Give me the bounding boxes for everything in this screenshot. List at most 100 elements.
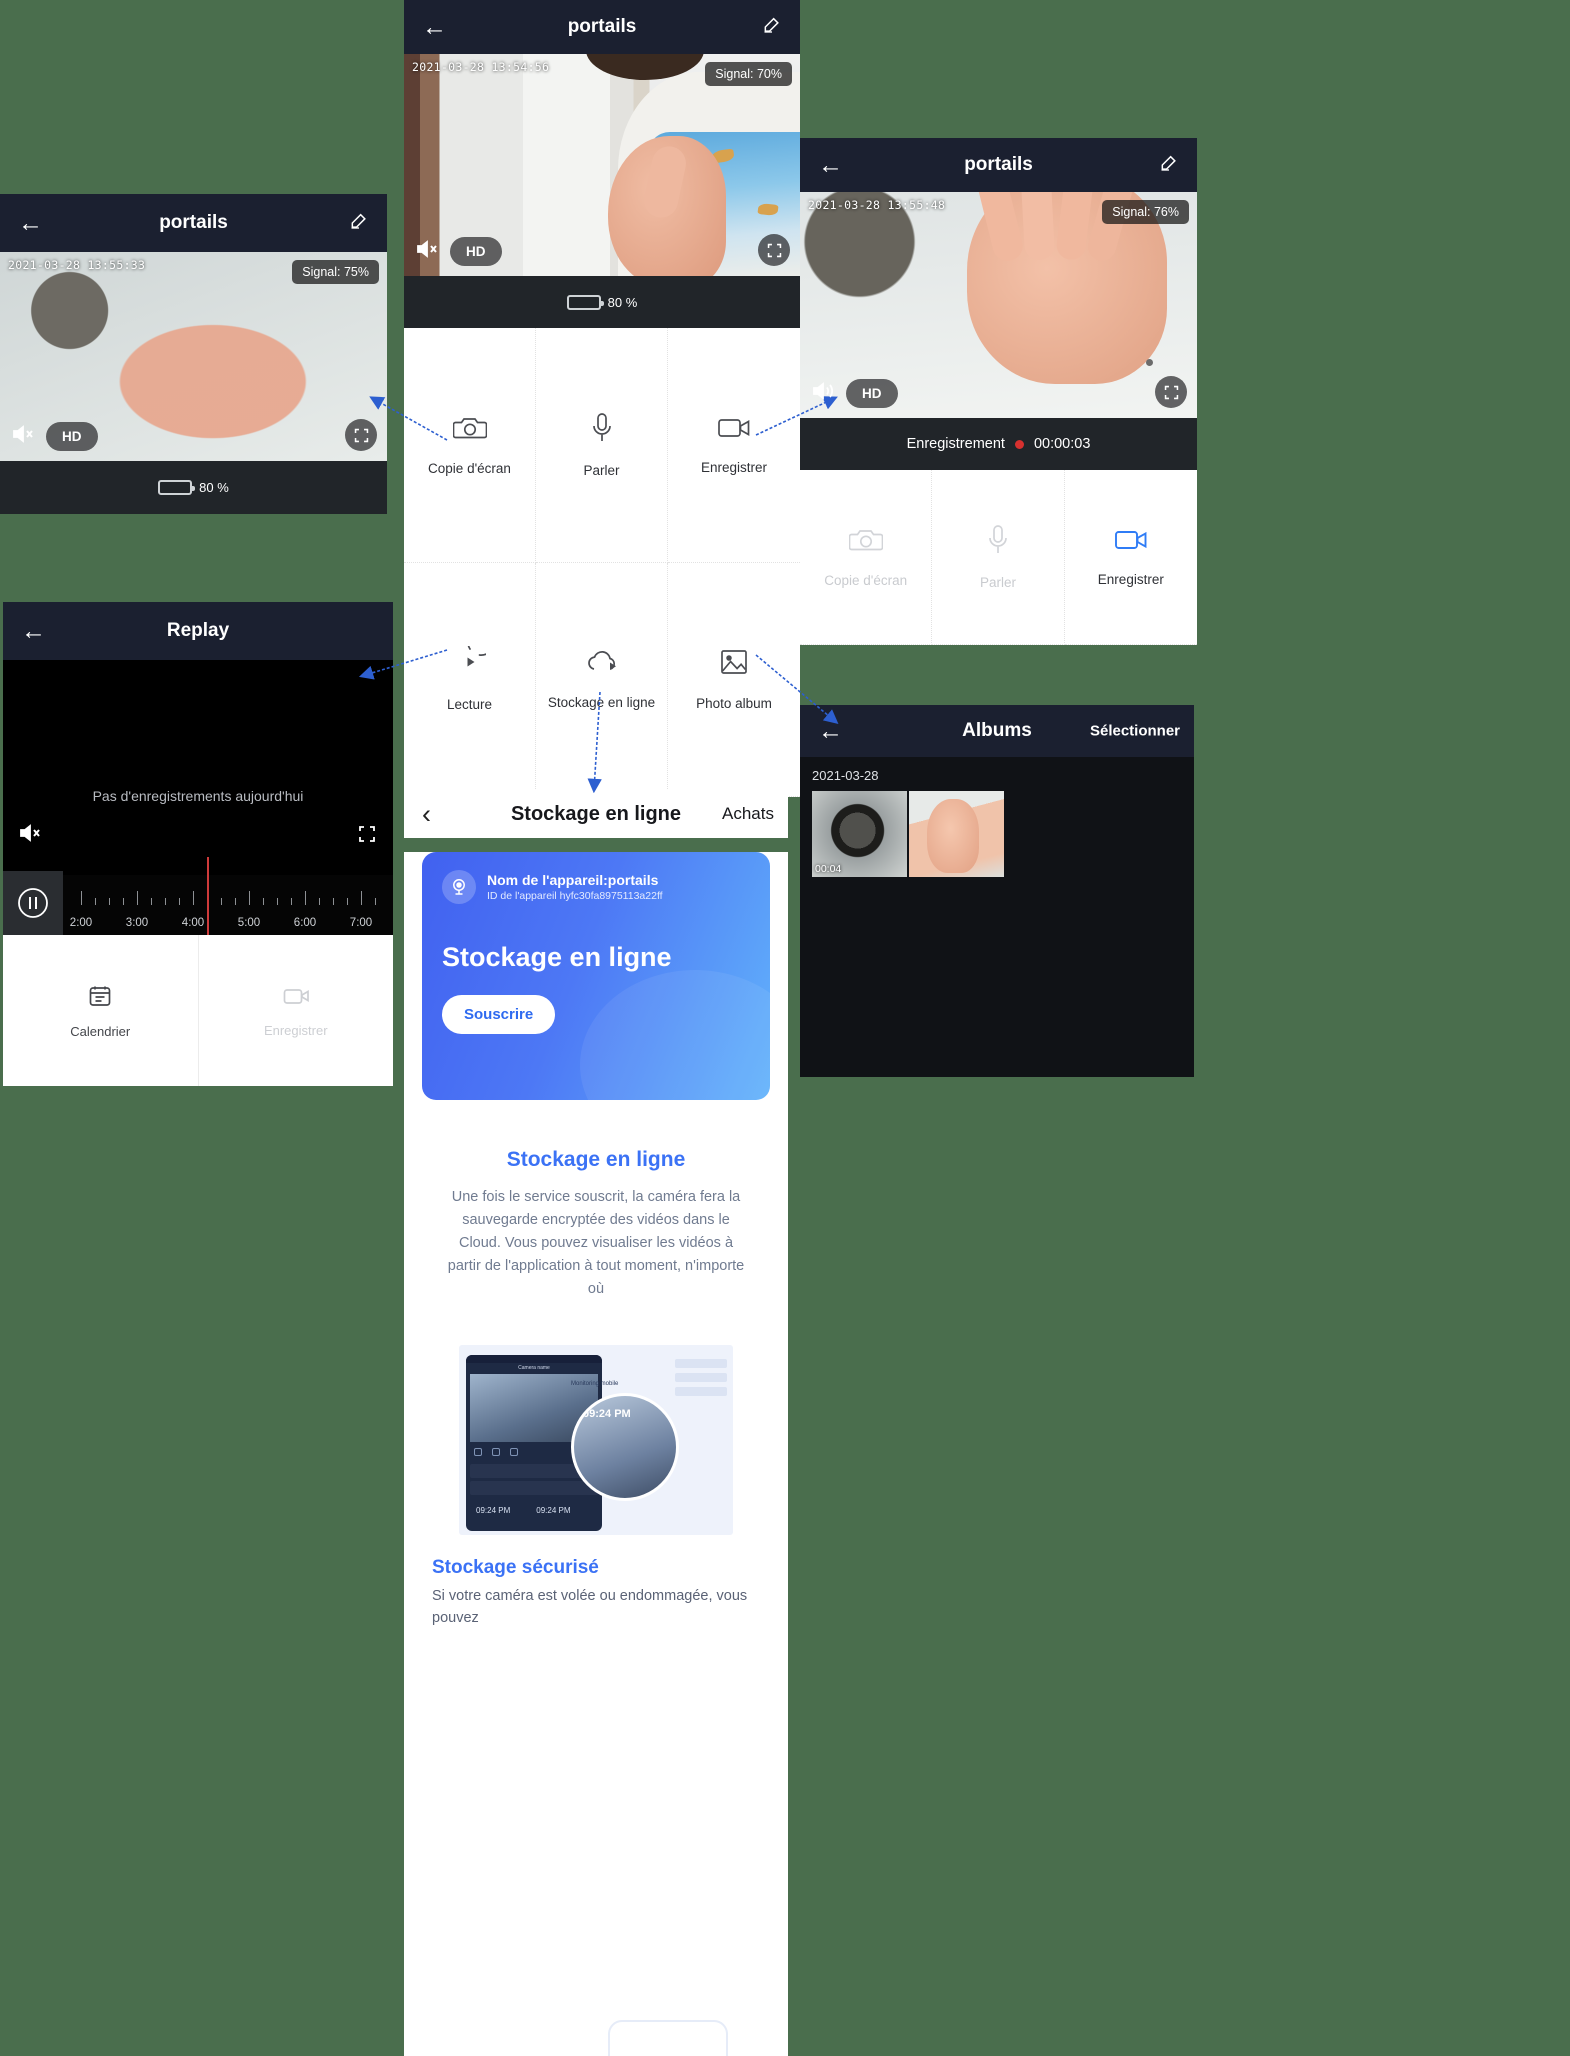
action-grid: Copie d'écran Parler Enregistrer Lecture…	[404, 328, 800, 797]
back-arrow-icon[interactable]: ←	[18, 210, 48, 236]
album-item-video[interactable]: 00:04	[812, 791, 907, 877]
cloud-section-body: Une fois le service souscrit, la caméra …	[447, 1189, 745, 1297]
cloud-device-id: ID de l'appareil hyfc30fa8975113a22ff	[487, 890, 663, 902]
record-button[interactable]: Enregistrer	[199, 935, 394, 1086]
signal-badge: Signal: 75%	[292, 260, 379, 284]
cloud-subscription-card: Nom de l'appareil:portails ID de l'appar…	[422, 852, 770, 1100]
pencil-icon[interactable]	[762, 15, 782, 40]
promo-illustration: Camera name 09:24 PM 09:24 PM Monitoring…	[459, 1345, 733, 1535]
back-arrow-icon[interactable]: ←	[21, 618, 51, 644]
cloud-section2-body: Si votre caméra est volée ou endommagée,…	[432, 1588, 748, 1626]
action-label: Parler	[979, 575, 1016, 590]
recording-indicator-dot	[1014, 439, 1024, 449]
video-camera-icon	[282, 984, 310, 1013]
quality-toggle[interactable]: HD	[846, 379, 898, 408]
battery-label: 80 %	[607, 294, 638, 310]
page-title: Replay	[166, 620, 230, 641]
play-circle-icon	[454, 628, 495, 683]
microphone-icon	[590, 412, 614, 449]
replay-navbar: ← Replay	[3, 602, 393, 660]
signal-badge: Signal: 70%	[705, 62, 792, 86]
action-label: Parler	[583, 462, 620, 478]
video-timestamp: 2021-03-28 13:55:48	[808, 198, 946, 212]
recording-label: Enregistrement	[906, 436, 1005, 452]
speaker-muted-icon[interactable]	[10, 423, 36, 450]
quality-toggle[interactable]: HD	[450, 237, 502, 266]
speaker-on-icon[interactable]	[810, 380, 836, 407]
battery-bar-left: 80 %	[0, 461, 387, 514]
fullscreen-icon[interactable]	[1155, 376, 1187, 408]
chevron-left-icon[interactable]: ‹	[422, 800, 452, 828]
video-timestamp: 2021-03-28 13:54:56	[412, 60, 550, 74]
action-screenshot[interactable]: Copie d'écran	[404, 328, 536, 563]
action-record[interactable]: Enregistrer	[668, 328, 800, 563]
replay-video-area[interactable]: Pas d'enregistrements aujourd'hui 2:00 3…	[3, 660, 393, 935]
album-item-photo[interactable]	[909, 791, 1004, 877]
timeline-playhead[interactable]	[207, 857, 209, 935]
action-label: Enregistrer	[700, 459, 768, 475]
camera-icon	[452, 414, 487, 447]
action-playback[interactable]: Lecture	[404, 562, 536, 797]
calendar-button[interactable]: Calendrier	[3, 935, 199, 1086]
action-photo-album[interactable]: Photo album	[668, 563, 800, 797]
video-camera-icon	[717, 415, 751, 446]
action-label: Photo album	[696, 696, 772, 712]
live-video-right[interactable]: 2021-03-28 13:55:48 Signal: 76% HD	[800, 192, 1197, 418]
select-button[interactable]: Sélectionner	[1090, 723, 1180, 740]
promo-icon-speaker	[474, 1448, 482, 1456]
timeline-label: 3:00	[125, 917, 149, 929]
panel-live-center: ← portails 2021-03-28 13:54:56 Signal: 7…	[404, 0, 800, 797]
recording-timer: 00:00:03	[1033, 436, 1091, 452]
image-icon	[719, 647, 749, 682]
fullscreen-icon[interactable]	[357, 824, 377, 849]
albums-navbar: ← Albums Sélectionner	[800, 705, 1194, 757]
purchases-button[interactable]: Achats	[722, 804, 774, 824]
record-label: Enregistrer	[263, 1022, 328, 1038]
back-arrow-icon[interactable]: ←	[818, 718, 848, 744]
cloud-device-name: Nom de l'appareil:portails	[487, 872, 659, 888]
fullscreen-icon[interactable]	[758, 234, 790, 266]
action-record[interactable]: Enregistrer	[1064, 470, 1197, 645]
fullscreen-icon[interactable]	[345, 419, 377, 451]
speaker-muted-icon[interactable]	[414, 238, 440, 265]
action-cloud-storage[interactable]: Stockage en ligne	[536, 562, 668, 797]
action-screenshot[interactable]: Copie d'écran	[800, 470, 933, 645]
timeline-label: 5:00	[237, 917, 261, 929]
panel-live-right: ← portails 2021-03-28 13:55:48 Signal: 7…	[800, 138, 1197, 645]
pause-icon[interactable]	[3, 871, 63, 935]
panel-albums: ← Albums Sélectionner 2021-03-28 00:04	[800, 705, 1194, 1077]
timeline-label: 2:00	[69, 917, 93, 929]
cloud-section-title: Stockage en ligne	[506, 1148, 686, 1171]
cloud-navbar: ‹ Stockage en ligne Achats	[404, 790, 788, 838]
back-arrow-icon[interactable]: ←	[422, 14, 452, 40]
subscribe-button[interactable]: Souscrire	[442, 995, 556, 1034]
live-right-navbar: ← portails	[800, 138, 1197, 192]
battery-bar-center: 80 %	[404, 276, 800, 328]
live-video-center[interactable]: 2021-03-28 13:54:56 Signal: 70% HD	[404, 54, 800, 276]
action-talk[interactable]: Parler	[932, 470, 1065, 645]
replay-footer: Calendrier Enregistrer	[3, 935, 393, 1086]
back-arrow-icon[interactable]: ←	[818, 152, 848, 178]
album-grid: 00:04	[800, 791, 1194, 877]
cloud-body: Nom de l'appareil:portails ID de l'appar…	[404, 852, 788, 2056]
promo-camera-name: Camera name	[518, 1365, 550, 1371]
action-talk[interactable]: Parler	[536, 328, 668, 563]
action-grid-right: Copie d'écran Parler Enregistrer	[800, 470, 1197, 645]
panel-live-left: ← portails 2021-03-28 13:55:33 Signal: 7…	[0, 194, 387, 514]
albums-body: 2021-03-28 00:04	[800, 757, 1194, 1077]
pencil-icon[interactable]	[349, 211, 369, 236]
promo-time: 09:24 PM	[536, 1506, 571, 1515]
camera-dome-icon	[442, 870, 476, 904]
promo-monitoring-label: Monitoring mobile	[571, 1381, 619, 1387]
replay-timeline[interactable]: 2:00 3:00 4:00 5:00 6:00 7:00	[3, 857, 393, 935]
cloud-section2-title: Stockage sécurisé	[432, 1557, 599, 1578]
pencil-icon[interactable]	[1159, 153, 1179, 178]
video-camera-icon	[1114, 527, 1148, 558]
speaker-muted-icon[interactable]	[17, 822, 43, 849]
timeline-label: 4:00	[181, 917, 205, 929]
promo-bubble-time: 09:24 PM	[583, 1408, 631, 1420]
quality-toggle[interactable]: HD	[46, 422, 98, 451]
panel-cloud-storage: ‹ Stockage en ligne Achats Nom de l'appa…	[404, 790, 788, 2056]
recording-status-bar: Enregistrement 00:00:03	[800, 418, 1197, 470]
live-video-left[interactable]: 2021-03-28 13:55:33 Signal: 75% HD	[0, 252, 387, 461]
